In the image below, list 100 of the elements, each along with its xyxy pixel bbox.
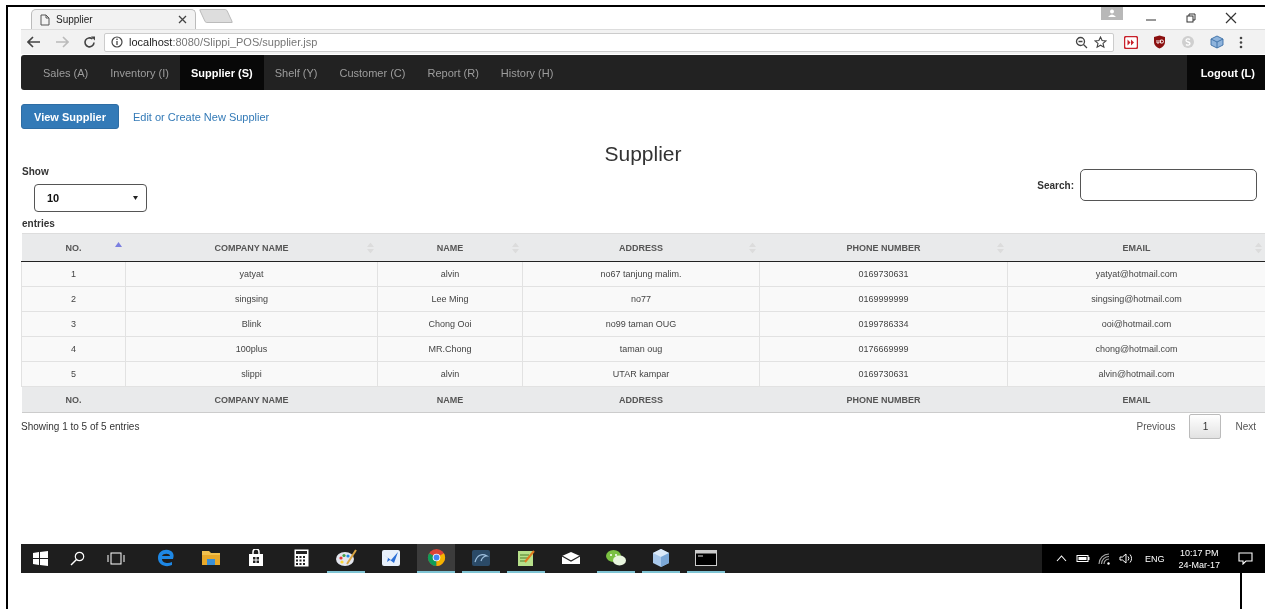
table-cell: 0169730631 (759, 261, 1008, 287)
table-cell: Chong Ooi (377, 311, 523, 337)
column-footer: PHONE NUMBER (759, 386, 1008, 413)
task-view-icon[interactable] (107, 552, 125, 565)
table-cell: no67 tanjung malim. (522, 261, 760, 287)
table-cell: 4 (21, 336, 126, 362)
info-icon[interactable] (111, 36, 123, 48)
wifi-icon[interactable] (1097, 552, 1111, 565)
table-cell: alvin (377, 361, 523, 387)
table-info: Showing 1 to 5 of 5 entries (21, 421, 140, 432)
column-footer: COMPANY NAME (125, 386, 378, 413)
clock[interactable]: 10:17 PM 24-Mar-17 (1178, 546, 1220, 571)
browser-tab[interactable]: Supplier (31, 9, 196, 29)
dolphin-icon (471, 548, 491, 567)
url-text: localhost:8080/Slippi_POS/supplier.jsp (129, 36, 318, 48)
menu-icon[interactable] (1239, 35, 1243, 49)
search-field[interactable] (1080, 169, 1257, 201)
table-cell: alvin (377, 261, 523, 287)
close-icon[interactable] (178, 15, 187, 24)
shield-icon[interactable] (1153, 35, 1166, 49)
column-header[interactable]: EMAIL (1007, 233, 1265, 262)
nav-item[interactable]: Report (R) (416, 55, 490, 90)
battery-icon[interactable] (1074, 554, 1090, 563)
table-cell: 2 (21, 286, 126, 312)
table-cell: yatyat@hotmail.com (1007, 261, 1265, 287)
palette-icon (335, 548, 357, 567)
column-header[interactable]: COMPANY NAME (125, 233, 378, 262)
search-label: Search: (1037, 179, 1074, 191)
notification-icon[interactable] (1238, 552, 1253, 565)
column-footer: NAME (377, 386, 523, 413)
chat-bubbles-icon (605, 548, 627, 567)
table-cell: chong@hotmail.com (1007, 336, 1265, 362)
chrome-icon (426, 548, 446, 567)
column-header[interactable]: NAME (377, 233, 523, 262)
restore-icon[interactable] (1185, 12, 1197, 24)
table-cell: 0169999999 (759, 286, 1008, 312)
next-link[interactable]: Next (1235, 421, 1256, 432)
notepad-icon (516, 548, 536, 567)
table-cell: UTAR kampar (522, 361, 760, 387)
nav-item[interactable]: Sales (A) (32, 55, 100, 90)
table-cell: MR.Chong (377, 336, 523, 362)
table-cell: 3 (21, 311, 126, 337)
star-icon[interactable] (1094, 35, 1107, 49)
nav-item[interactable]: Supplier (S) (179, 55, 264, 90)
page-button[interactable]: 1 (1189, 414, 1222, 439)
logout-link[interactable]: Logout (L) (1186, 55, 1265, 90)
table-cell: no99 taman OUG (522, 311, 760, 337)
table-cell: no77 (522, 286, 760, 312)
entries-select[interactable]: 10 (34, 184, 147, 212)
column-footer: EMAIL (1007, 386, 1265, 413)
e-letter-icon (156, 548, 176, 567)
taskbar-button[interactable] (417, 544, 455, 573)
table-cell: Blink (125, 311, 378, 337)
table-cell: 0176669999 (759, 336, 1008, 362)
table-cell: singsing (125, 286, 378, 312)
nav-item[interactable]: History (H) (489, 55, 565, 90)
table-cell: 100plus (125, 336, 378, 362)
reload-icon[interactable] (83, 35, 96, 49)
envelope-icon (561, 550, 581, 565)
column-header[interactable]: ADDRESS (522, 233, 760, 262)
address-bar[interactable]: localhost:8080/Slippi_POS/supplier.jsp (104, 32, 1114, 52)
show-label: Show (22, 166, 49, 177)
entries-label: entries (22, 218, 55, 229)
previous-link[interactable]: Previous (1136, 421, 1176, 432)
table-cell: singsing@hotmail.com (1007, 286, 1265, 312)
nav-item[interactable]: Inventory (I) (99, 55, 180, 90)
close-icon[interactable] (1225, 12, 1237, 24)
table-cell: 1 (21, 261, 126, 287)
caret-icon (133, 196, 138, 200)
table-cell: ooi@hotmail.com (1007, 311, 1265, 337)
page-title: Supplier (603, 142, 683, 166)
nav-item[interactable]: Shelf (Y) (263, 55, 329, 90)
search-icon[interactable] (70, 551, 85, 566)
column-header[interactable]: PHONE NUMBER (759, 233, 1008, 262)
column-footer: NO. (21, 386, 126, 413)
zoom-out-icon[interactable] (1075, 35, 1088, 49)
table-cell: 0169730631 (759, 361, 1008, 387)
table-cell: 0199786334 (759, 311, 1008, 337)
table-cell: Lee Ming (377, 286, 523, 312)
calculator-icon (293, 548, 309, 567)
start-icon[interactable] (33, 551, 48, 566)
table-cell: alvin@hotmail.com (1007, 361, 1265, 387)
terminal-icon (695, 549, 717, 566)
column-footer: ADDRESS (522, 386, 760, 413)
view-supplier-button[interactable]: View Supplier (21, 104, 119, 129)
edit-supplier-link[interactable]: Edit or Create New Supplier (132, 110, 270, 123)
extension-icon[interactable] (1124, 35, 1138, 49)
cube-icon[interactable] (1210, 35, 1224, 49)
table-cell: yatyat (125, 261, 378, 287)
table-cell: slippi (125, 361, 378, 387)
page-icon (40, 13, 50, 26)
nav-item[interactable]: Customer (C) (328, 55, 417, 90)
folder-icon (201, 549, 221, 566)
table-cell: taman oug (522, 336, 760, 362)
column-header[interactable]: NO. (21, 233, 126, 262)
chevron-up-icon[interactable] (1055, 555, 1067, 562)
speaker-icon[interactable] (1118, 553, 1133, 564)
language-indicator[interactable]: ENG (1144, 553, 1165, 564)
table-cell: 5 (21, 361, 126, 387)
back-icon[interactable] (27, 36, 41, 48)
